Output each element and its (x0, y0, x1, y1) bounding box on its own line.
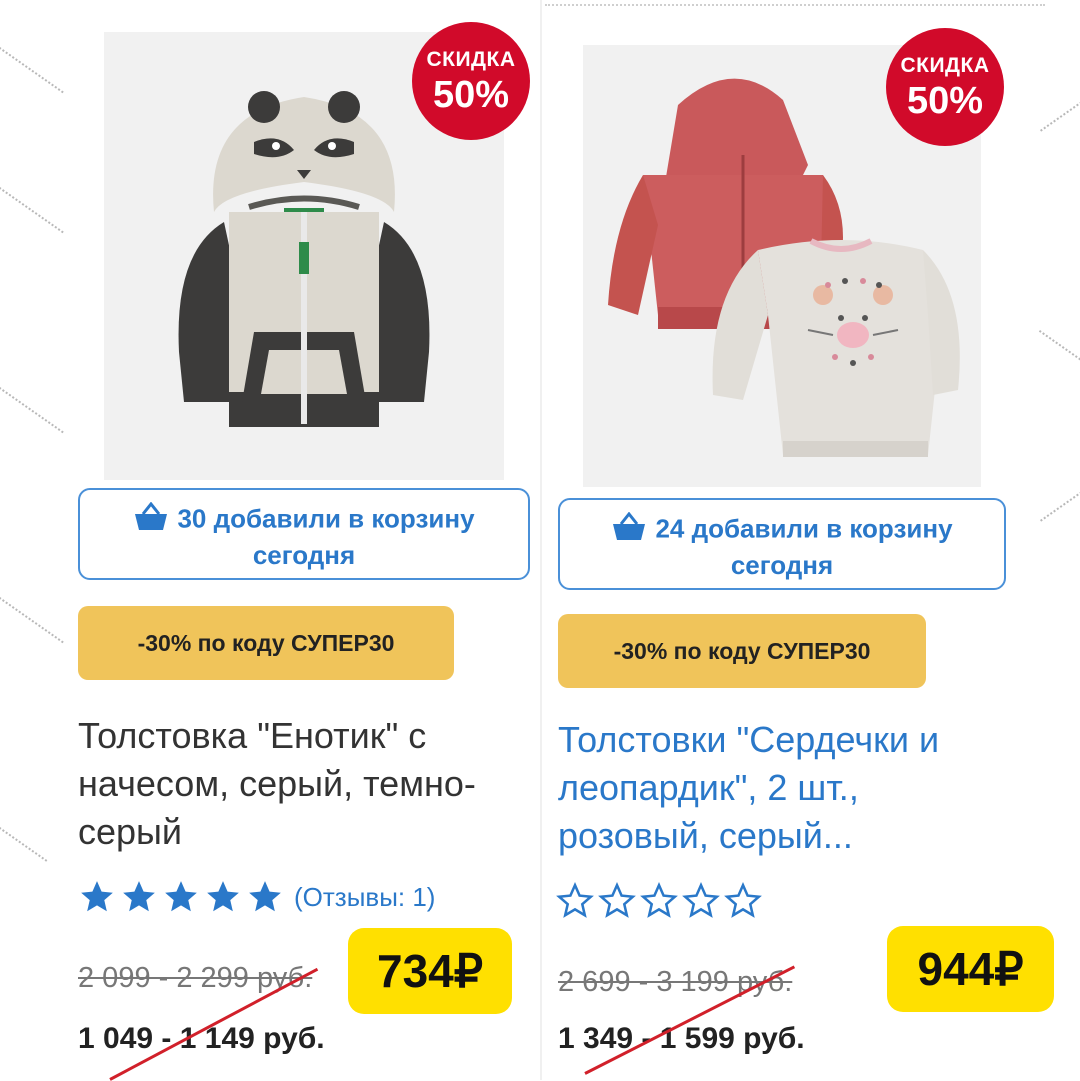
current-price: 1 349 - 1 599 руб. (558, 1022, 805, 1055)
old-price: 2 699 - 3 199 руб. (558, 966, 793, 998)
added-to-cart-notice: 24 добавили в корзину сегодня (558, 498, 1006, 590)
cart-count-text-2: сегодня (252, 540, 356, 570)
decorative-dots (1040, 479, 1080, 522)
badge-label: СКИДКА (426, 48, 516, 71)
decorative-dots (0, 820, 48, 862)
basket-icon (133, 501, 169, 539)
current-price: 1 049 - 1 149 руб. (78, 1022, 325, 1055)
card-divider (540, 0, 542, 1080)
star-icon (165, 881, 197, 912)
sale-price-tag: 734₽ (348, 928, 512, 1014)
promo-code-button[interactable]: -30% по коду СУПЕР30 (78, 606, 454, 680)
decorative-dots (1038, 330, 1080, 372)
star-icon (81, 881, 113, 912)
decorative-dots (0, 40, 64, 94)
badge-percent: 50% (906, 80, 984, 122)
badge-label: СКИДКА (900, 54, 990, 77)
star-empty-icon (556, 882, 594, 918)
decorative-dots (0, 590, 64, 644)
basket-icon (611, 511, 647, 549)
discount-badge: СКИДКА 50% (412, 22, 530, 140)
rating-stars (556, 882, 766, 920)
cart-count-text: 24 добавили в корзину (655, 513, 953, 544)
product-title[interactable]: Толстовки "Сердечки и леопардик", 2 шт.,… (558, 716, 998, 860)
star-empty-icon (598, 882, 636, 918)
decorative-dots (1040, 89, 1080, 132)
sale-price-tag: 944₽ (887, 926, 1054, 1012)
product-title[interactable]: Толстовка "Енотик" с начесом, серый, тем… (78, 712, 498, 856)
discount-badge: СКИДКА 50% (886, 28, 1004, 146)
top-rule (545, 4, 1045, 6)
star-empty-icon (682, 882, 720, 918)
added-to-cart-notice: 30 добавили в корзину сегодня (78, 488, 530, 580)
star-icon (123, 881, 155, 912)
badge-percent: 50% (432, 74, 510, 116)
star-icon (207, 881, 239, 912)
rating-stars: (Отзывы: 1) (78, 878, 435, 916)
star-empty-icon (724, 882, 762, 918)
promo-code-button[interactable]: -30% по коду СУПЕР30 (558, 614, 926, 688)
reviews-link[interactable]: (Отзывы: 1) (294, 882, 435, 913)
decorative-dots (0, 380, 64, 434)
cart-count-text-2: сегодня (730, 550, 834, 580)
cart-count-text: 30 добавили в корзину (177, 503, 475, 534)
star-icon (249, 881, 281, 912)
star-empty-icon (640, 882, 678, 918)
decorative-dots (0, 180, 64, 234)
